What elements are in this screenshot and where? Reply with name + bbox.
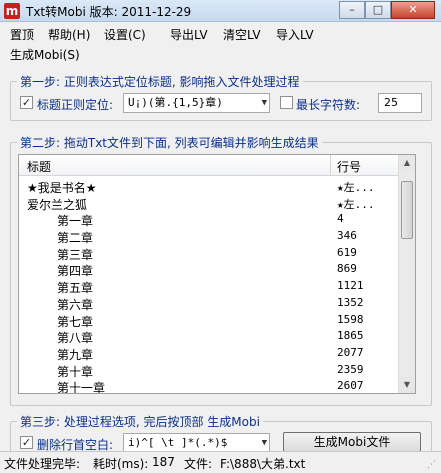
regex-combo[interactable]: U¡)(第.{1,5}章) ▼ [123,93,270,113]
list-item-title: ★我是书名★ [27,181,97,195]
chapter-list[interactable]: 标题 行号 ★我是书名★ ★左... 爱尔兰之狐 ★左... 第一章 4 第二章 346 第三章… [18,154,416,394]
scroll-down-arrow-icon[interactable]: ▼ [399,377,415,393]
list-header: 标题 行号 [19,155,399,176]
list-item-line: 619 [337,245,357,259]
menu-help[interactable]: 帮助(H) [48,26,90,43]
list-item-title: 第二章 [57,231,94,246]
trim-option-value: i)^[ \t ]*(.*)$ [128,436,228,449]
list-item-title: 第七章 [57,314,94,329]
generate-mobi-button[interactable]: 生成Mobi文件 [283,432,421,452]
menu-bar: 置顶 帮助(H) 设置(C) 导出LV 清空LV 导入LV 生成Mobi(S) [0,23,441,65]
status-state: 文件处理完毕: [4,457,81,471]
list-item-line: 2077 [337,345,364,359]
menu-settings[interactable]: 设置(C) [104,26,146,43]
list-item[interactable]: ★我是书名★ ★左... [19,179,399,196]
column-header-line[interactable]: 行号 [337,158,361,175]
list-item[interactable]: 第二章 346 [19,229,399,246]
maxlen-input[interactable]: 25 [378,93,422,113]
menu-generate-mobi[interactable]: 生成Mobi(S) [10,46,80,63]
menu-clear-lv[interactable]: 清空LV [223,26,261,43]
status-bar: 文件处理完毕: 耗时(ms): 187 文件: F:\888\大弟.txt ⋰ [0,451,441,473]
list-item-line: 1598 [337,312,364,326]
status-time-value: 187 [152,455,175,469]
list-item-title: 第四章 [57,264,94,279]
minimize-button[interactable]: – [339,1,365,19]
chevron-down-icon: ▼ [261,98,267,108]
list-item-line: 869 [337,262,357,276]
list-item-line: 1865 [337,329,364,343]
status-file-value: F:\888\大弟.txt [220,457,306,471]
regex-label: 标题正则定位: [37,98,114,112]
list-item-line: ★左... [337,197,375,211]
menu-pin-top[interactable]: 置顶 [10,26,34,43]
list-item[interactable]: 第九章 2077 [19,346,399,363]
column-divider[interactable] [330,155,331,176]
step1-title: 第一步: 正则表达式定位标题, 影响拖入文件处理过程 [17,73,303,90]
close-button[interactable]: ✕ [391,1,435,19]
trim-option-checkbox[interactable]: ✓ [20,436,33,449]
maxlen-checkbox[interactable] [280,96,293,109]
list-item-line: 1121 [337,279,364,293]
list-item[interactable]: 第十一章 2607 [19,379,399,394]
list-item[interactable]: 第十章 2359 [19,363,399,380]
step2-title: 第二步: 拖动Txt文件到下面, 列表可编辑并影响生成结果 [17,134,322,151]
list-item[interactable]: 第七章 1598 [19,313,399,330]
list-item-line: ★左... [337,181,375,194]
list-item[interactable]: 第四章 869 [19,262,399,279]
list-item[interactable]: 第八章 1865 [19,329,399,346]
app-icon: m [4,3,20,19]
list-item[interactable]: 第一章 4 [19,212,399,229]
list-item-line: 2607 [337,379,364,393]
list-item-title: 第一章 [57,214,94,229]
column-header-title[interactable]: 标题 [27,158,51,175]
scroll-thumb[interactable] [401,181,413,239]
list-item-title: 爱尔兰之狐 [27,197,88,212]
regex-value: U¡)(第.{1,5}章) [128,96,223,109]
list-item-title: 第八章 [57,331,94,346]
chevron-down-icon: ▼ [261,438,267,448]
trim-option-combo[interactable]: i)^[ \t ]*(.*)$ ▼ [123,433,270,453]
resize-grip-icon[interactable]: ⋰ [427,459,439,471]
window-title: Txt转Mobi 版本: 2011-12-29 [26,5,192,19]
list-item[interactable]: 第五章 1121 [19,279,399,296]
list-item[interactable]: 第六章 1352 [19,296,399,313]
list-item-title: 第十章 [57,364,94,379]
list-item-line: 1352 [337,295,364,309]
list-item-title: 第九章 [57,347,94,362]
list-item[interactable]: 第三章 619 [19,246,399,263]
step3-title: 第三步: 处理过程选项, 完后按顶部 生成Mobi [17,413,263,430]
status-file-label: 文件: [184,457,213,471]
maximize-button[interactable]: □ [365,1,391,19]
list-item-line: 2359 [337,362,364,376]
window-controls: – □ ✕ [339,1,435,19]
vertical-scrollbar[interactable]: ▲ ▼ [398,155,415,393]
list-item-line: 346 [337,229,357,243]
list-rows: ★我是书名★ ★左... 爱尔兰之狐 ★左... 第一章 4 第二章 346 第三章 619 第四章… [19,179,399,394]
menu-import-lv[interactable]: 导入LV [276,26,314,43]
list-item-title: 第十一章 [57,381,106,394]
status-time-label: 耗时(ms): [93,457,149,471]
list-item-title: 第三章 [57,247,94,262]
title-bar: m Txt转Mobi 版本: 2011-12-29 – □ ✕ [0,0,441,22]
menu-export-lv[interactable]: 导出LV [170,26,208,43]
list-item-title: 第六章 [57,297,94,312]
list-item-title: 第五章 [57,281,94,296]
regex-checkbox[interactable]: ✓ [20,96,33,109]
list-item[interactable]: 爱尔兰之狐 ★左... [19,196,399,213]
maxlen-label: 最长字符数: [296,98,361,112]
scroll-up-arrow-icon[interactable]: ▲ [399,155,415,171]
list-item-line: 4 [337,212,344,226]
